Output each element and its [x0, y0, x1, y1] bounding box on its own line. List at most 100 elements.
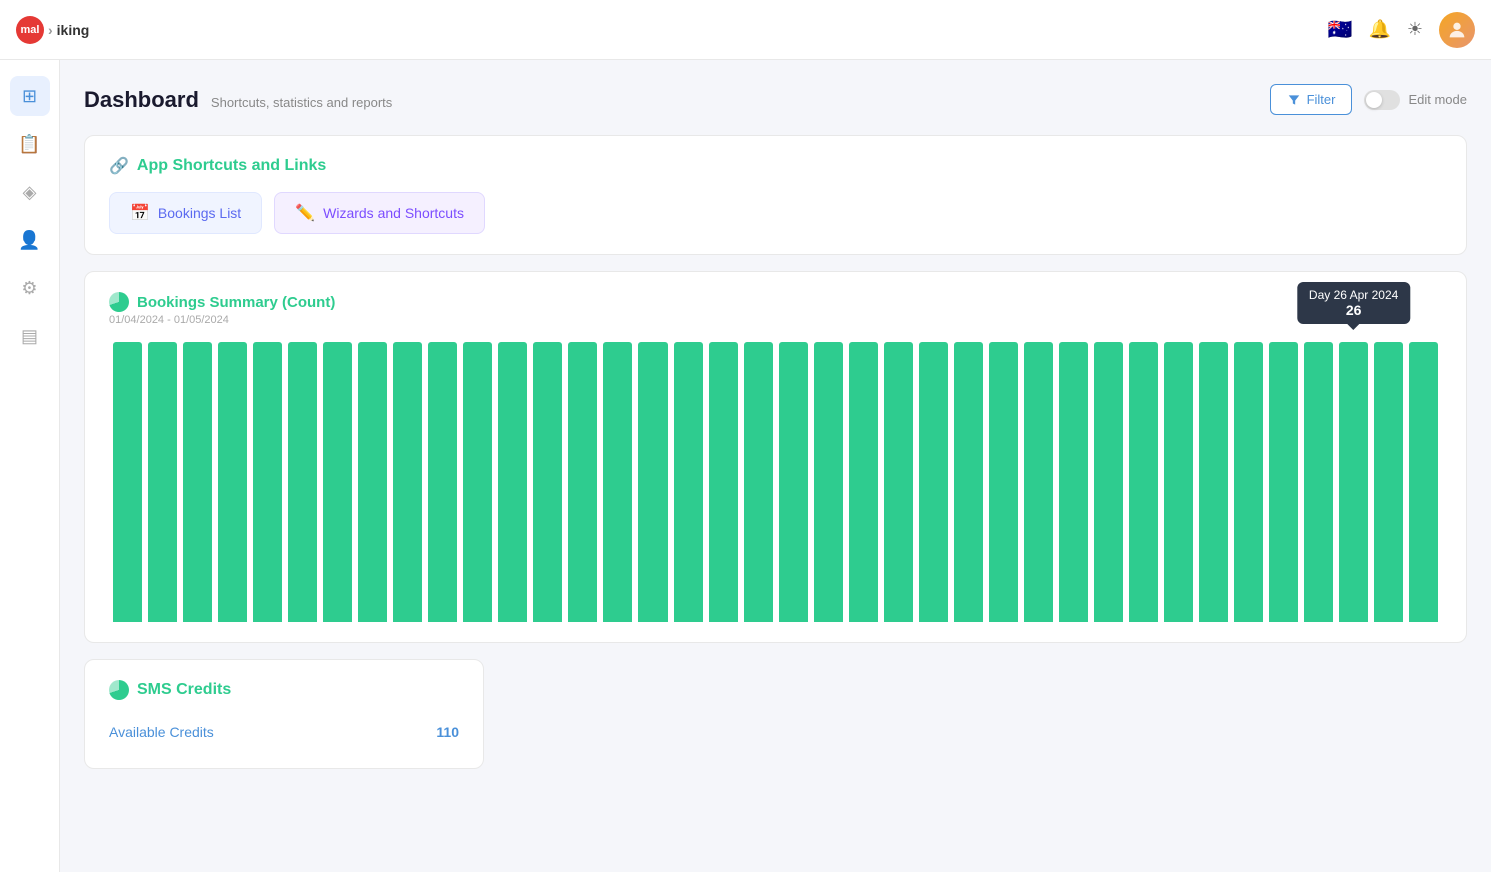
- bar-wrapper[interactable]: [603, 342, 632, 622]
- bar-wrapper[interactable]: [288, 342, 317, 622]
- bar-wrapper[interactable]: [1024, 342, 1053, 622]
- bar-wrapper[interactable]: [568, 342, 597, 622]
- bar-wrapper[interactable]: [814, 342, 843, 622]
- chart-bar[interactable]: [638, 342, 667, 622]
- chart-bar[interactable]: [113, 342, 142, 622]
- chart-bar[interactable]: [989, 342, 1018, 622]
- bar-wrapper[interactable]: [1129, 342, 1158, 622]
- chart-bar[interactable]: [568, 342, 597, 622]
- bar-wrapper[interactable]: [253, 342, 282, 622]
- chart-bar[interactable]: [428, 342, 457, 622]
- chart-bar[interactable]: [1094, 342, 1123, 622]
- chart-bar[interactable]: [603, 342, 632, 622]
- sidebar-item-settings[interactable]: ⚙: [10, 268, 50, 308]
- bar-wrapper[interactable]: [1059, 342, 1088, 622]
- bar-wrapper[interactable]: [954, 342, 983, 622]
- avatar[interactable]: [1439, 12, 1475, 48]
- chart-bar[interactable]: [288, 342, 317, 622]
- bar-wrapper[interactable]: [1199, 342, 1228, 622]
- chart-bar[interactable]: [709, 342, 738, 622]
- chart-bar[interactable]: [1234, 342, 1263, 622]
- chart-bar[interactable]: [1164, 342, 1193, 622]
- sidebar-item-bookings[interactable]: 📋: [10, 124, 50, 164]
- chart-bar[interactable]: [253, 342, 282, 622]
- bar-wrapper[interactable]: [709, 342, 738, 622]
- chart-bar[interactable]: [498, 342, 527, 622]
- bar-wrapper[interactable]: [779, 342, 808, 622]
- bar-wrapper[interactable]: [498, 342, 527, 622]
- bar-wrapper[interactable]: [919, 342, 948, 622]
- sidebar-item-layers[interactable]: ◈: [10, 172, 50, 212]
- chart-bar[interactable]: [674, 342, 703, 622]
- bar-wrapper[interactable]: [1094, 342, 1123, 622]
- bar-wrapper[interactable]: [1304, 342, 1333, 622]
- wizards-shortcuts-button[interactable]: ✏️ Wizards and Shortcuts: [274, 192, 485, 234]
- bar-wrapper[interactable]: [358, 342, 387, 622]
- chart-bar[interactable]: [1269, 342, 1298, 622]
- page-header-left: Dashboard Shortcuts, statistics and repo…: [84, 87, 392, 113]
- chart-bar[interactable]: [814, 342, 843, 622]
- bar-wrapper[interactable]: [1409, 342, 1438, 622]
- chart-bar[interactable]: [533, 342, 562, 622]
- bookings-list-button[interactable]: 📅 Bookings List: [109, 192, 262, 234]
- sidebar-item-reports[interactable]: ▤: [10, 316, 50, 356]
- bar-wrapper[interactable]: [183, 342, 212, 622]
- brand-logo[interactable]: mal › iking: [16, 16, 89, 44]
- content-area: Dashboard Shortcuts, statistics and repo…: [60, 60, 1491, 872]
- bar-wrapper[interactable]: [323, 342, 352, 622]
- bar-wrapper[interactable]: [849, 342, 878, 622]
- chart-pie-icon: [109, 292, 129, 312]
- bar-wrapper[interactable]: [463, 342, 492, 622]
- theme-icon[interactable]: ☀: [1407, 19, 1423, 40]
- bar-wrapper[interactable]: [638, 342, 667, 622]
- toggle-switch[interactable]: [1364, 90, 1400, 110]
- sms-pie-icon: [109, 680, 129, 700]
- sidebar-item-dashboard[interactable]: ⊞: [10, 76, 50, 116]
- chart-bar[interactable]: [463, 342, 492, 622]
- chart-bar[interactable]: [1024, 342, 1053, 622]
- bar-wrapper[interactable]: [393, 342, 422, 622]
- chart-bar[interactable]: [1059, 342, 1088, 622]
- chart-bar[interactable]: [218, 342, 247, 622]
- chart-bar[interactable]: [954, 342, 983, 622]
- bar-wrapper[interactable]: Day 26 Apr 202426: [1339, 342, 1368, 622]
- chart-bar[interactable]: [1304, 342, 1333, 622]
- filter-button[interactable]: Filter: [1270, 84, 1353, 115]
- chart-bar[interactable]: [323, 342, 352, 622]
- chart-bar[interactable]: [779, 342, 808, 622]
- edit-mode-toggle[interactable]: Edit mode: [1364, 90, 1467, 110]
- bar-wrapper[interactable]: [148, 342, 177, 622]
- chart-bar[interactable]: [919, 342, 948, 622]
- chart-bar[interactable]: [1374, 342, 1403, 622]
- chart-bar[interactable]: [1129, 342, 1158, 622]
- chart-bar[interactable]: [884, 342, 913, 622]
- bar-wrapper[interactable]: [1234, 342, 1263, 622]
- bar-wrapper[interactable]: [744, 342, 773, 622]
- brand-dot: mal: [16, 16, 44, 44]
- chart-bar[interactable]: Day 26 Apr 202426: [1339, 342, 1368, 622]
- credits-row: Available Credits 110: [109, 716, 459, 748]
- bar-wrapper[interactable]: [1164, 342, 1193, 622]
- chart-bar[interactable]: [358, 342, 387, 622]
- bar-wrapper[interactable]: [218, 342, 247, 622]
- chart-bar[interactable]: [183, 342, 212, 622]
- bar-wrapper[interactable]: [989, 342, 1018, 622]
- page-title: Dashboard: [84, 87, 199, 113]
- chart-header: Bookings Summary (Count) 01/04/2024 - 01…: [109, 292, 1442, 326]
- bar-wrapper[interactable]: [428, 342, 457, 622]
- bar-wrapper[interactable]: [113, 342, 142, 622]
- bar-wrapper[interactable]: [533, 342, 562, 622]
- bar-wrapper[interactable]: [1269, 342, 1298, 622]
- bar-wrapper[interactable]: [884, 342, 913, 622]
- sidebar-item-users[interactable]: 👤: [10, 220, 50, 260]
- chart-bar[interactable]: [148, 342, 177, 622]
- chart-bar[interactable]: [393, 342, 422, 622]
- bar-wrapper[interactable]: [1374, 342, 1403, 622]
- bell-icon[interactable]: 🔔: [1368, 19, 1390, 40]
- bar-wrapper[interactable]: [674, 342, 703, 622]
- chart-bar[interactable]: [849, 342, 878, 622]
- chart-bar[interactable]: [1409, 342, 1438, 622]
- chart-title: Bookings Summary (Count): [109, 292, 1442, 312]
- chart-bar[interactable]: [1199, 342, 1228, 622]
- chart-bar[interactable]: [744, 342, 773, 622]
